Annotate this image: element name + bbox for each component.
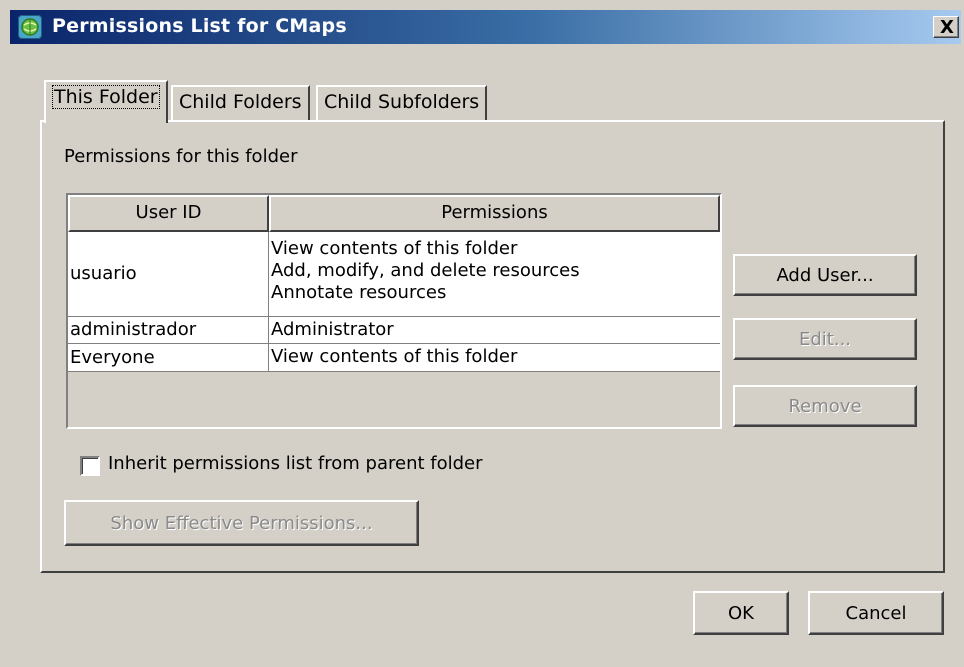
window-title: Permissions List for CMaps	[52, 15, 347, 37]
show-effective-permissions-button[interactable]: Show Effective Permissions...	[64, 500, 419, 546]
user-id-text: usuario	[70, 263, 137, 284]
permission-line: Administrator	[271, 319, 394, 340]
inherit-checkbox[interactable]	[80, 456, 100, 476]
column-header-user-id[interactable]: User ID	[68, 195, 269, 232]
permissions-cell: View contents of this folder Add, modify…	[269, 238, 720, 304]
user-id-cell: usuario	[68, 232, 269, 316]
permissions-cell: View contents of this folder	[269, 346, 720, 368]
title-bar[interactable]: Permissions List for CMaps X	[10, 10, 961, 44]
permission-line: Add, modify, and delete resources	[271, 260, 580, 281]
permission-line: View contents of this folder	[271, 238, 518, 259]
table-row[interactable]: Everyone View contents of this folder	[68, 344, 720, 372]
tab-child-folders[interactable]: Child Folders	[171, 85, 310, 121]
panel-heading: Permissions for this folder	[64, 146, 298, 167]
cancel-button[interactable]: Cancel	[808, 591, 944, 635]
ok-button[interactable]: OK	[693, 591, 789, 635]
tab-this-folder[interactable]: This Folder	[44, 80, 168, 123]
user-id-cell: administrador	[68, 317, 269, 343]
edit-button[interactable]: Edit...	[733, 318, 917, 360]
tab-label: This Folder	[52, 85, 160, 109]
permissions-dialog: Permissions List for CMaps X This Folder…	[0, 0, 964, 667]
permission-line: Annotate resources	[271, 282, 447, 303]
close-button[interactable]: X	[933, 16, 959, 38]
inherit-checkbox-label[interactable]: Inherit permissions list from parent fol…	[108, 453, 483, 474]
table-row[interactable]: administrador Administrator	[68, 317, 720, 344]
user-id-text: administrador	[70, 319, 197, 340]
permissions-table: User ID Permissions usuario View content…	[66, 193, 722, 429]
user-id-cell: Everyone	[68, 344, 269, 371]
tab-label: Child Folders	[179, 91, 302, 113]
remove-button[interactable]: Remove	[733, 385, 917, 427]
permissions-cell: Administrator	[269, 319, 720, 341]
add-user-button[interactable]: Add User...	[733, 254, 917, 296]
tab-child-subfolders[interactable]: Child Subfolders	[316, 85, 488, 121]
tab-label: Child Subfolders	[324, 91, 480, 113]
table-row[interactable]: usuario View contents of this folder Add…	[68, 232, 720, 317]
permission-line: View contents of this folder	[271, 346, 518, 367]
column-header-permissions[interactable]: Permissions	[269, 195, 720, 232]
user-id-text: Everyone	[70, 346, 155, 368]
cmap-globe-icon	[18, 15, 42, 39]
